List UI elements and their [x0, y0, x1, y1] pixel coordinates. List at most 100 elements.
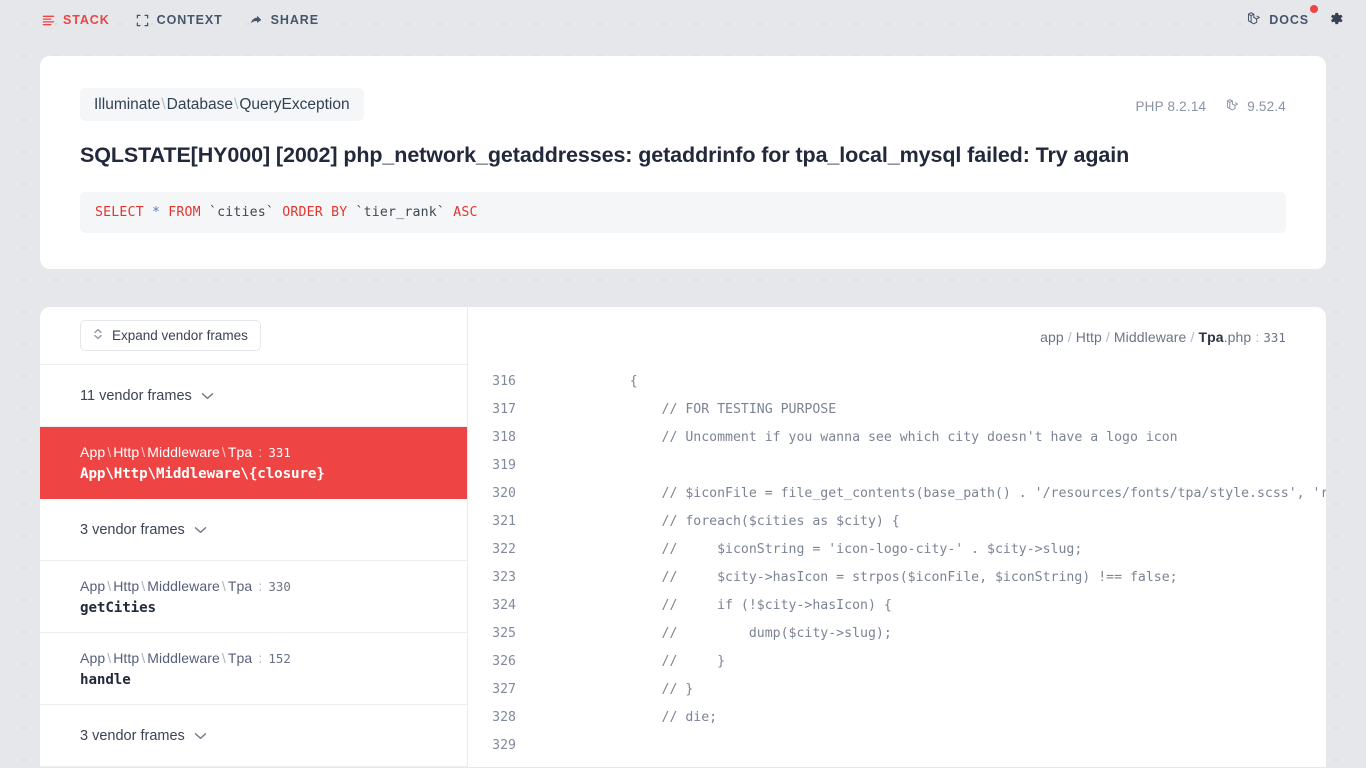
- path-separator: \: [221, 444, 226, 461]
- laravel-logo-icon: [1226, 98, 1240, 115]
- code-viewer: app / Http / Middleware / Tpa .php:331 316 {317…: [468, 307, 1326, 767]
- chevron-down-icon: [194, 522, 207, 538]
- code-line-number: 321: [492, 513, 516, 529]
- code-file-breadcrumb: app / Http / Middleware / Tpa .php:331: [468, 307, 1326, 367]
- sql-query-text: SELECT * FROM `cities` ORDER BY `tier_ra…: [95, 205, 478, 220]
- code-line: 323 // $city->hasIcon = strpos($iconFile…: [468, 563, 1326, 591]
- toolbar-nav: STACK CONTEXT SHARE: [42, 13, 319, 27]
- gear-icon: [1327, 10, 1344, 30]
- vendor-frames-toggle[interactable]: 11 vendor frames: [40, 365, 467, 428]
- sql-token: `tier_rank`: [347, 205, 454, 221]
- code-line-source: // if (!$city->hasIcon) {: [598, 597, 892, 613]
- code-line: 321 // foreach($cities as $city) {: [468, 507, 1326, 535]
- laravel-version-label: 9.52.4: [1247, 99, 1286, 114]
- sql-token: ORDER BY: [282, 205, 348, 221]
- code-line-source: // Uncomment if you wanna see which city…: [598, 429, 1178, 445]
- sql-token: ASC: [453, 205, 478, 221]
- stack-frame-line-number: 331: [268, 445, 291, 461]
- tab-stack[interactable]: STACK: [42, 14, 110, 27]
- toolbar-actions: DOCS: [1247, 5, 1344, 30]
- stack-trace-panel: Expand vendor frames 11 vendor frames App…: [40, 307, 1326, 768]
- path-separator: \: [221, 650, 226, 667]
- sql-token: SELECT: [95, 205, 144, 221]
- exception-message: SQLSTATE[HY000] [2002] php_network_getad…: [80, 143, 1130, 168]
- vendor-frames-label: 3 vendor frames: [80, 727, 185, 744]
- top-toolbar: STACK CONTEXT SHARE DOCS: [0, 0, 1366, 40]
- path-part: Middleware: [147, 650, 220, 667]
- code-line-source: // die;: [598, 709, 718, 725]
- breadcrumb-part: Middleware: [1113, 329, 1187, 346]
- code-lines: 316 {317 // FOR TESTING PURPOSE 318 // Un…: [468, 367, 1326, 767]
- breadcrumb-separator: /: [1105, 329, 1110, 346]
- breadcrumb-colon: :: [1255, 329, 1260, 346]
- code-line-source: // FOR TESTING PURPOSE: [598, 401, 837, 417]
- path-part: Http: [113, 578, 140, 595]
- code-line-source: // $city->hasIcon = strpos($iconFile, $i…: [598, 569, 1178, 585]
- code-line-number: 320: [492, 485, 516, 501]
- code-line-number: 324: [492, 597, 516, 613]
- stack-frame-function: handle: [80, 672, 131, 689]
- stack-frame[interactable]: App \ Http \ Middleware \ Tpa : 152 handle: [40, 633, 467, 706]
- code-line-number: 326: [492, 653, 516, 669]
- breadcrumb-separator: /: [1067, 329, 1072, 346]
- chevron-down-icon: [201, 388, 214, 404]
- breadcrumb-file-name: Tpa: [1198, 329, 1224, 346]
- path-part: App: [80, 444, 106, 461]
- breadcrumb-separator: /: [1190, 329, 1195, 346]
- code-line-number: 325: [492, 625, 516, 641]
- stack-frame-active[interactable]: App \ Http \ Middleware \ Tpa : 331 App\Http\Mi…: [40, 427, 467, 500]
- breadcrumb-part: Http: [1075, 329, 1102, 346]
- tab-share[interactable]: SHARE: [249, 13, 319, 27]
- php-version: PHP 8.2.14: [1135, 99, 1207, 114]
- vendor-frames-toggle[interactable]: 3 vendor frames: [40, 499, 467, 562]
- stack-frame-function: App\Http\Middleware\{closure}: [80, 466, 325, 483]
- exception-class-badge: Illuminate\Database\QueryException: [80, 88, 364, 122]
- notification-dot-icon: [1310, 5, 1318, 13]
- stack-frame[interactable]: App \ Http \ Middleware \ Tpa : 330 getCities: [40, 561, 467, 634]
- code-line-number: 323: [492, 569, 516, 585]
- stack-frame-path: App \ Http \ Middleware \ Tpa : 331: [80, 443, 427, 462]
- path-part: Middleware: [147, 444, 220, 461]
- stack-frame-function: getCities: [80, 600, 156, 617]
- breadcrumb-line-number: 331: [1263, 329, 1286, 345]
- code-line: 326 // }: [468, 647, 1326, 675]
- code-line: 325 // dump($city->slug);: [468, 619, 1326, 647]
- path-colon: :: [254, 578, 267, 595]
- code-line: 317 // FOR TESTING PURPOSE: [468, 395, 1326, 423]
- tab-context-label: CONTEXT: [156, 12, 223, 27]
- path-part: Tpa: [227, 650, 253, 667]
- stack-frame-path: App \ Http \ Middleware \ Tpa : 330: [80, 577, 427, 596]
- chevron-up-down-icon: [93, 328, 103, 343]
- path-colon: :: [254, 444, 267, 461]
- path-colon: :: [254, 650, 267, 667]
- code-line-number: 317: [492, 401, 516, 417]
- sql-token: `cities`: [200, 205, 283, 221]
- path-part: Tpa: [227, 578, 253, 595]
- exception-class-part: QueryException: [239, 96, 350, 113]
- code-line-source: // }: [598, 681, 694, 697]
- tab-context[interactable]: CONTEXT: [136, 14, 223, 27]
- code-line: 322 // $iconString = 'icon-logo-city-' .…: [468, 535, 1326, 563]
- settings-button[interactable]: [1327, 10, 1344, 30]
- code-line: 328 // die;: [468, 703, 1326, 731]
- stack-lines-icon: [42, 14, 55, 27]
- expand-vendor-frames-label: Expand vendor frames: [112, 328, 248, 344]
- code-line-source: {: [598, 373, 638, 389]
- sql-token: *: [151, 205, 161, 221]
- docs-link[interactable]: DOCS: [1247, 5, 1318, 29]
- code-line-source: // dump($city->slug);: [598, 625, 892, 641]
- vendor-frames-label: 11 vendor frames: [80, 387, 192, 404]
- vendor-frames-label: 3 vendor frames: [80, 521, 185, 538]
- crop-frame-icon: [136, 14, 149, 27]
- vendor-frames-toggle[interactable]: 3 vendor frames: [40, 705, 467, 768]
- stack-frame-line-number: 152: [268, 651, 291, 667]
- code-line-number: 318: [492, 429, 516, 445]
- tab-stack-label: STACK: [63, 12, 110, 27]
- expand-vendor-frames-button[interactable]: Expand vendor frames: [80, 320, 261, 352]
- exception-class-part: Illuminate: [94, 96, 161, 113]
- path-part: Middleware: [147, 578, 220, 595]
- frames-sidebar: Expand vendor frames 11 vendor frames App…: [40, 307, 468, 768]
- exception-class-part: Database: [166, 96, 234, 113]
- code-line-number: 316: [492, 373, 516, 389]
